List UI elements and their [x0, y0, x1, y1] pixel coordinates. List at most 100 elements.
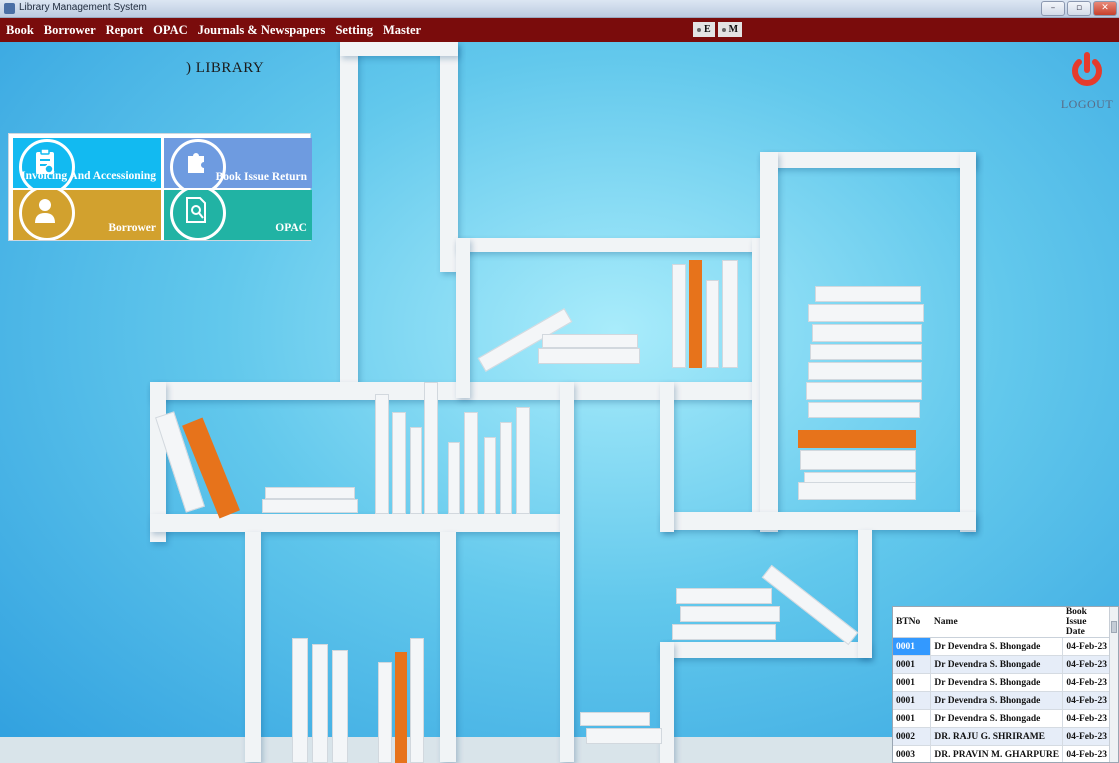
book: [761, 564, 859, 646]
menu-setting[interactable]: Setting: [335, 23, 373, 38]
shelf-board: [660, 512, 976, 530]
shelf-post: [858, 530, 872, 658]
shelf-post: [660, 382, 674, 532]
book: [332, 650, 348, 763]
cell-name: Dr Devendra S. Bhongade: [930, 655, 1064, 674]
tile-book-issue-return[interactable]: Book Issue Return: [164, 138, 312, 188]
table-row[interactable]: 0001 Dr Devendra S. Bhongade 04-Feb-23: [893, 655, 1111, 674]
shelf-board: [660, 642, 870, 658]
shelf-post: [340, 42, 358, 392]
column-header-btno[interactable]: BTNo: [893, 607, 931, 638]
cell-name: DR. PRAVIN M. GHARPURE: [930, 745, 1064, 762]
book: [410, 638, 424, 763]
book: [580, 712, 650, 726]
table-row[interactable]: 0003 DR. PRAVIN M. GHARPURE 04-Feb-23: [893, 745, 1111, 762]
cell-btno: 0002: [893, 727, 932, 746]
cell-issue-date: 04-Feb-23: [1062, 637, 1111, 656]
book: [424, 382, 438, 514]
menu-borrower[interactable]: Borrower: [44, 23, 96, 38]
radio-dot-icon: [721, 27, 726, 32]
tile-opac[interactable]: OPAC: [164, 190, 312, 240]
book: [484, 437, 496, 514]
shelf-post: [456, 238, 470, 398]
document-search-icon: [186, 197, 206, 223]
radio-dot-icon: [697, 27, 701, 32]
tile-borrower[interactable]: Borrower: [13, 190, 161, 240]
shelf-board: [150, 514, 560, 532]
puzzle-icon: [188, 153, 204, 173]
menu-opac[interactable]: OPAC: [153, 23, 188, 38]
logout-label: LOGOUT: [1060, 97, 1114, 111]
maximize-button[interactable]: ▫: [1067, 1, 1091, 16]
window-title: Library Management System: [19, 2, 147, 13]
book: [808, 402, 920, 418]
table-header-row: BTNo Name Book Issue Date: [893, 607, 1111, 638]
table-row[interactable]: 0002 DR. RAJU G. SHRIRAME 04-Feb-23: [893, 727, 1111, 746]
cell-name: Dr Devendra S. Bhongade: [930, 637, 1064, 656]
table-row[interactable]: 0001 Dr Devendra S. Bhongade 04-Feb-23: [893, 691, 1111, 710]
power-icon: [1072, 52, 1102, 86]
cell-issue-date: 04-Feb-23: [1062, 727, 1111, 746]
book: [672, 624, 776, 640]
cell-btno: 0001: [893, 673, 932, 692]
menu-master[interactable]: Master: [383, 23, 421, 38]
cell-btno: 0003: [893, 745, 932, 762]
column-header-issue-date[interactable]: Book Issue Date: [1062, 607, 1111, 638]
language-marathi-button[interactable]: M: [717, 22, 743, 37]
book: [500, 422, 512, 514]
app-icon: [4, 3, 15, 14]
book: [798, 430, 916, 448]
book: [464, 412, 478, 514]
language-english-button[interactable]: E: [693, 22, 715, 37]
module-tile-panel: Invoicing And Accessioning Book Issue Re…: [8, 133, 312, 241]
cell-name: Dr Devendra S. Bhongade: [930, 673, 1064, 692]
book: [722, 260, 738, 368]
logout-button[interactable]: LOGOUT: [1060, 52, 1114, 112]
book: [808, 304, 924, 322]
shelf-post: [440, 532, 456, 762]
language-english-label: E: [704, 24, 711, 35]
book: [808, 362, 922, 380]
table-row[interactable]: 0001 Dr Devendra S. Bhongade 04-Feb-23: [893, 709, 1111, 728]
book: [706, 280, 719, 368]
shelf-post: [245, 532, 261, 762]
table-row[interactable]: 0001 Dr Devendra S. Bhongade 04-Feb-23: [893, 637, 1111, 656]
cell-btno: 0001: [893, 709, 932, 728]
shelf-board: [760, 152, 976, 168]
book: [375, 394, 389, 514]
book: [806, 382, 922, 400]
minimize-button[interactable]: –: [1041, 1, 1065, 16]
shelf-post: [560, 382, 574, 762]
language-marathi-label: M: [728, 24, 739, 35]
book: [392, 412, 406, 514]
user-icon: [35, 199, 55, 223]
table-row[interactable]: 0001 Dr Devendra S. Bhongade 04-Feb-23: [893, 673, 1111, 692]
book: [395, 652, 407, 763]
cell-btno: 0001: [893, 637, 932, 656]
book: [378, 662, 392, 763]
tile-label: Book Issue Return: [215, 171, 307, 183]
tile-invoicing-accessioning[interactable]: Invoicing And Accessioning: [13, 138, 161, 188]
cell-issue-date: 04-Feb-23: [1062, 673, 1111, 692]
close-button[interactable]: ✕: [1093, 1, 1117, 16]
book: [586, 728, 662, 744]
book: [680, 606, 780, 622]
tile-label: Invoicing And Accessioning: [21, 170, 156, 182]
tile-label: OPAC: [275, 222, 307, 234]
column-header-name[interactable]: Name: [930, 607, 1063, 638]
scrollbar-thumb[interactable]: [1111, 621, 1117, 633]
window-title-bar: Library Management System – ▫ ✕: [0, 0, 1119, 18]
library-title: ) LIBRARY: [186, 60, 265, 76]
vertical-scrollbar[interactable]: [1109, 607, 1118, 762]
book: [798, 482, 916, 500]
book: [448, 442, 460, 514]
book: [812, 324, 922, 342]
menu-journals-newspapers[interactable]: Journals & Newspapers: [198, 23, 326, 38]
tile-label: Borrower: [108, 222, 156, 234]
cell-btno: 0001: [893, 691, 932, 710]
main-menu: Book Borrower Report OPAC Journals & New…: [6, 18, 431, 42]
shelf-board: [340, 42, 458, 56]
book-issue-grid[interactable]: BTNo Name Book Issue Date 0001 Dr Devend…: [892, 606, 1119, 763]
menu-book[interactable]: Book: [6, 23, 34, 38]
menu-report[interactable]: Report: [106, 23, 144, 38]
